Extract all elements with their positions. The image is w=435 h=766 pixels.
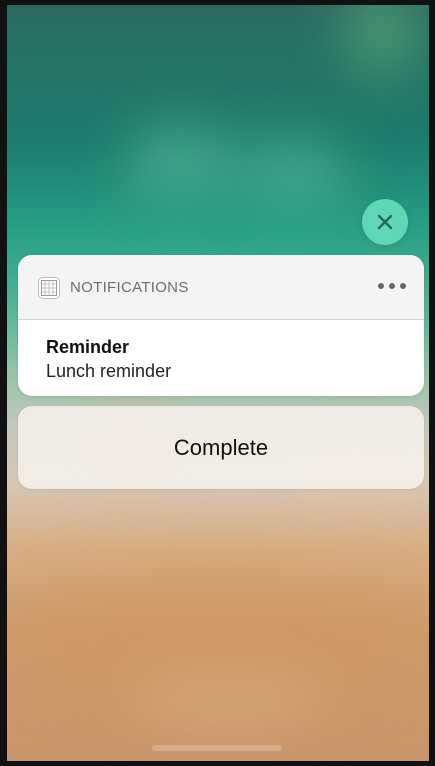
app-name: NOTIFICATIONS [70,279,189,296]
more-horizontal-icon [378,283,384,289]
dismiss-button[interactable] [362,199,408,245]
wallpaper-blur [347,5,417,75]
device-frame: NOTIFICATIONS Reminder Lunch reminder Co… [0,0,435,766]
notification-header: NOTIFICATIONS [18,255,424,320]
notification-title: Reminder [46,337,130,357]
calendar-grid-icon [38,277,60,299]
home-indicator[interactable] [152,745,282,751]
wallpaper-blur [127,685,327,715]
notification-card[interactable]: NOTIFICATIONS Reminder Lunch reminder [18,255,424,396]
more-button[interactable] [378,276,406,296]
more-horizontal-icon [389,283,395,289]
complete-button[interactable]: Complete [18,406,424,489]
notification-body: Lunch reminder [46,361,172,381]
lock-screen: NOTIFICATIONS Reminder Lunch reminder Co… [7,5,429,761]
complete-label: Complete [173,434,269,460]
wallpaper-blur [127,125,237,195]
wallpaper-blur [237,135,347,205]
wallpaper-blur [17,565,417,705]
close-icon [377,214,393,230]
more-horizontal-icon [400,283,406,289]
